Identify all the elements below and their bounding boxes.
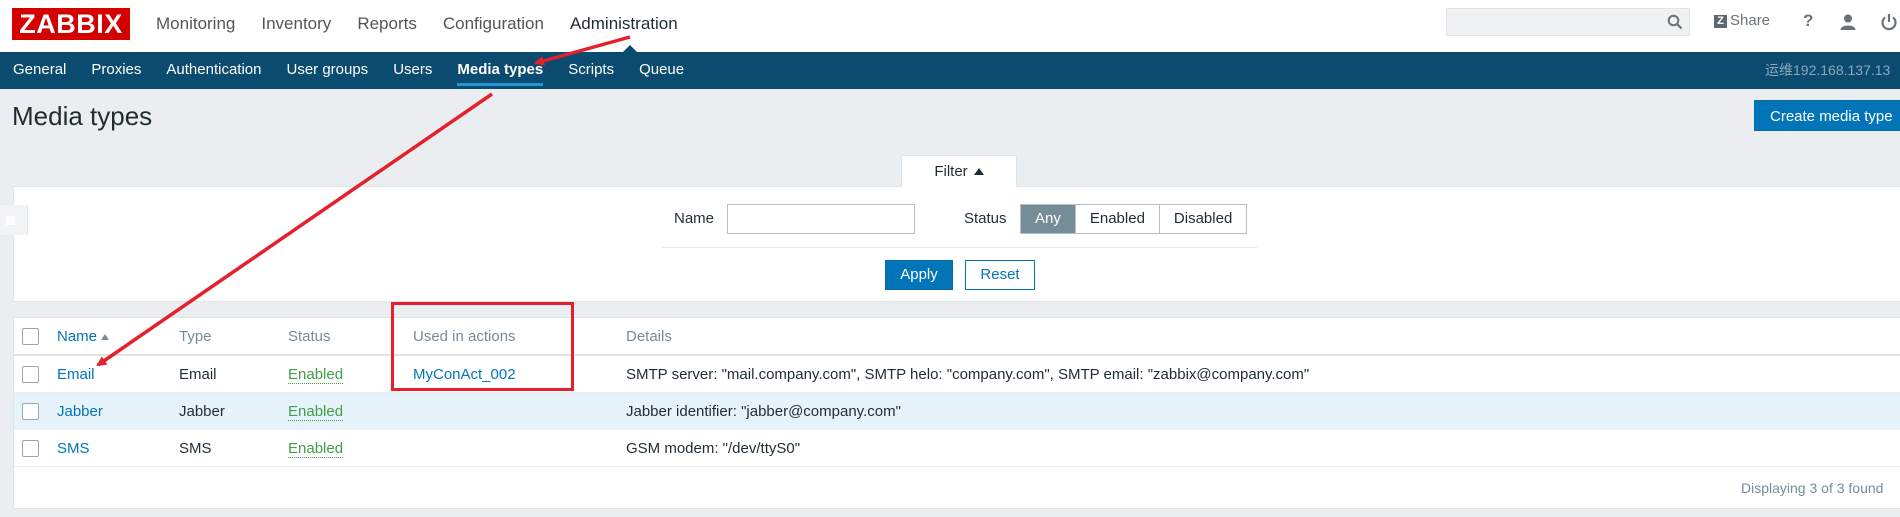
column-details: Details bbox=[626, 328, 672, 345]
filter-name-label: Name bbox=[674, 210, 715, 227]
sub-navigation: General Proxies Authentication User grou… bbox=[0, 52, 1900, 89]
row-checkbox[interactable] bbox=[22, 440, 39, 457]
reset-button[interactable]: Reset bbox=[965, 260, 1035, 290]
status-segmented-control: Any Enabled Disabled bbox=[1020, 204, 1248, 234]
table-row: Jabber Jabber Enabled Jabber identifier:… bbox=[14, 393, 1900, 430]
status-toggle[interactable]: Enabled bbox=[288, 441, 344, 458]
sort-ascending-icon bbox=[101, 334, 110, 340]
row-checkbox[interactable] bbox=[22, 366, 39, 383]
media-name-link[interactable]: Email bbox=[57, 356, 95, 393]
displaying-count: Displaying 3 of 3 found bbox=[1741, 480, 1884, 496]
sidebar-toggle[interactable] bbox=[0, 205, 28, 235]
create-media-type-button[interactable]: Create media type bbox=[1754, 100, 1900, 131]
status-toggle[interactable]: Enabled bbox=[288, 404, 344, 421]
column-status[interactable]: Status bbox=[288, 318, 331, 355]
search-icon[interactable] bbox=[1667, 14, 1683, 34]
status-toggle[interactable]: Enabled bbox=[288, 367, 344, 384]
page-title: Media types bbox=[12, 101, 153, 131]
search-box bbox=[1446, 8, 1690, 36]
subnav-scripts[interactable]: Scripts bbox=[568, 52, 614, 88]
menu-monitoring[interactable]: Monitoring bbox=[156, 0, 235, 52]
filter-status-label: Status bbox=[964, 210, 1007, 227]
media-name-link[interactable]: Jabber bbox=[57, 393, 103, 430]
menu-inventory[interactable]: Inventory bbox=[261, 0, 331, 52]
media-details: Jabber identifier: "jabber@company.com" bbox=[626, 403, 901, 420]
subnav-user-groups[interactable]: User groups bbox=[286, 52, 368, 88]
media-name-link[interactable]: SMS bbox=[57, 430, 90, 467]
main-menu: Monitoring Inventory Reports Configurati… bbox=[156, 0, 704, 52]
subnav-proxies[interactable]: Proxies bbox=[91, 52, 141, 88]
subnav-media-types[interactable]: Media types bbox=[457, 52, 543, 88]
sidebar-toggle-icon bbox=[6, 216, 15, 225]
media-details: SMTP server: "mail.company.com", SMTP he… bbox=[626, 366, 1310, 383]
share-icon: Z bbox=[1714, 15, 1727, 28]
select-all-checkbox[interactable] bbox=[22, 328, 39, 345]
server-name: 运维192.168.137.13 bbox=[1765, 62, 1891, 78]
filter-panel bbox=[13, 186, 1900, 302]
table-header: Name Type Status Used in actions Details bbox=[14, 318, 1900, 356]
power-icon[interactable] bbox=[1880, 13, 1898, 35]
status-disabled-option[interactable]: Disabled bbox=[1160, 205, 1246, 233]
status-enabled-option[interactable]: Enabled bbox=[1076, 205, 1160, 233]
share-link[interactable]: Z Share bbox=[1714, 12, 1770, 29]
apply-button[interactable]: Apply bbox=[885, 260, 953, 290]
menu-configuration[interactable]: Configuration bbox=[443, 0, 544, 52]
search-input[interactable] bbox=[1447, 9, 1669, 35]
media-type: Email bbox=[179, 366, 217, 383]
filter-divider bbox=[662, 247, 1257, 248]
column-name-label: Name bbox=[57, 328, 98, 345]
subnav-authentication[interactable]: Authentication bbox=[166, 52, 261, 88]
column-name[interactable]: Name bbox=[57, 318, 110, 355]
status-any-option[interactable]: Any bbox=[1021, 205, 1076, 233]
table-row: Email Email Enabled MyConAct_002 SMTP se… bbox=[14, 356, 1900, 393]
filter-name-input[interactable] bbox=[727, 204, 915, 234]
filter-collapse-icon bbox=[973, 168, 984, 175]
subnav-general[interactable]: General bbox=[13, 52, 66, 88]
zabbix-logo[interactable]: ZABBIX bbox=[12, 8, 130, 40]
user-icon[interactable] bbox=[1839, 13, 1857, 35]
column-type[interactable]: Type bbox=[179, 318, 212, 355]
help-icon[interactable]: ? bbox=[1803, 11, 1813, 31]
share-label: Share bbox=[1730, 12, 1771, 29]
media-type: Jabber bbox=[179, 403, 225, 420]
subnav-users[interactable]: Users bbox=[393, 52, 432, 88]
top-header: ZABBIX Monitoring Inventory Reports Conf… bbox=[0, 0, 1900, 52]
media-details: GSM modem: "/dev/ttyS0" bbox=[626, 440, 801, 457]
filter-tab-label: Filter bbox=[934, 163, 968, 180]
annotation-highlight-box bbox=[391, 302, 574, 391]
filter-tab[interactable]: Filter bbox=[901, 155, 1017, 187]
menu-reports[interactable]: Reports bbox=[357, 0, 417, 52]
active-menu-caret bbox=[623, 45, 637, 52]
media-type: SMS bbox=[179, 440, 212, 457]
table-row: SMS SMS Enabled GSM modem: "/dev/ttyS0" bbox=[14, 430, 1900, 467]
row-checkbox[interactable] bbox=[22, 403, 39, 420]
subnav-queue[interactable]: Queue bbox=[639, 52, 684, 88]
